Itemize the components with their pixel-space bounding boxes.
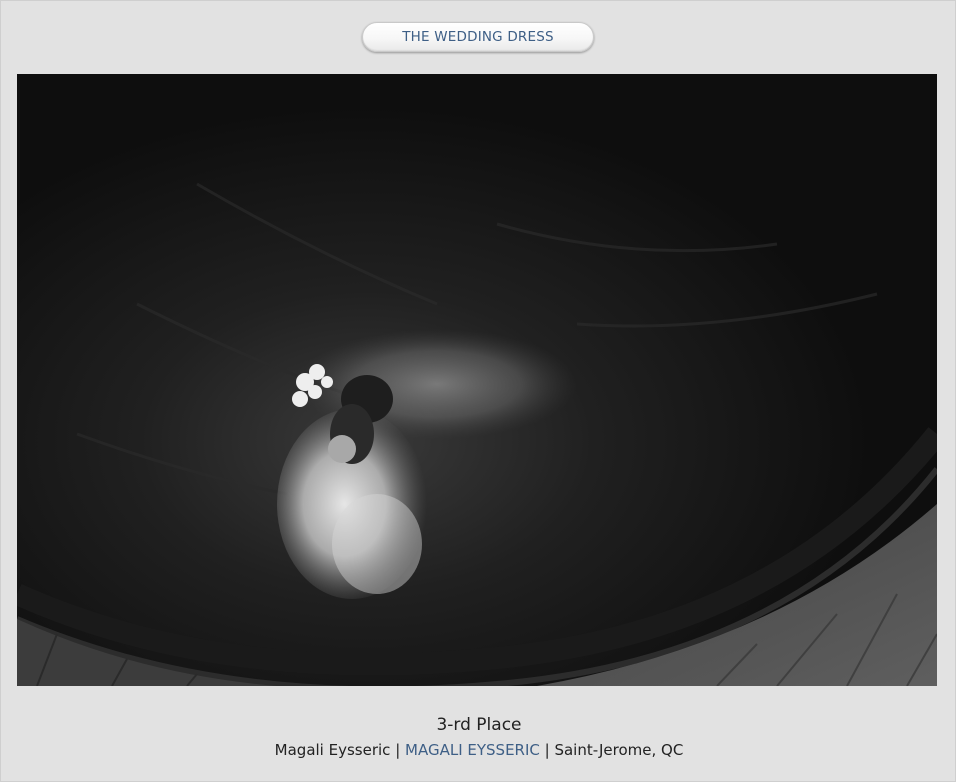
photographer-name: Magali Eysseric [274, 741, 391, 759]
credit-separator: | [390, 741, 406, 759]
studio-link[interactable]: MAGALI EYSSERIC [405, 741, 540, 759]
contest-photo [17, 74, 937, 686]
photo-credit: Magali Eysseric | MAGALI EYSSERIC | Sain… [1, 741, 956, 759]
page-frame: THE WEDDING DRESS 3-rd Place Magali Eyss… [0, 0, 956, 782]
category-button[interactable]: THE WEDDING DRESS [362, 22, 594, 52]
placement-label: 3-rd Place [436, 715, 522, 735]
location-label: Saint-Jerome, QC [554, 741, 684, 759]
credit-separator: | [539, 741, 555, 759]
